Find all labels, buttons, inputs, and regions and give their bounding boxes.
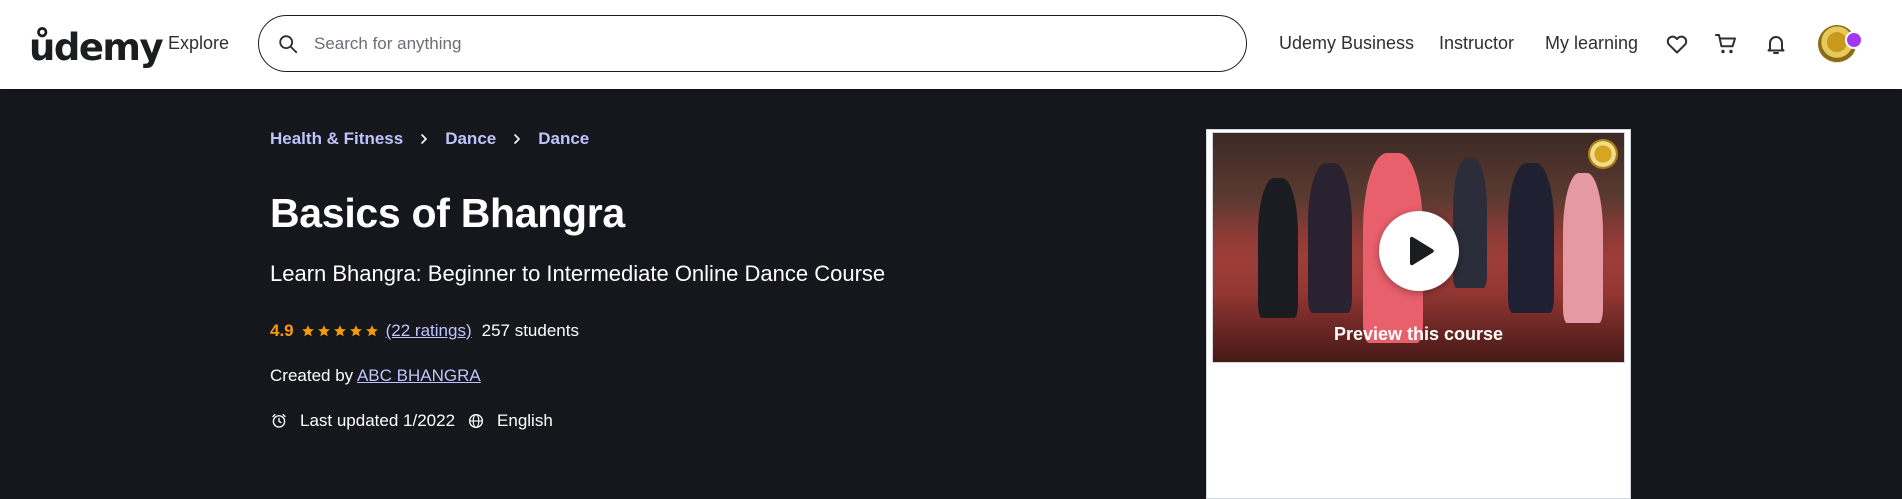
instructor-link[interactable]: Instructor [1439, 33, 1514, 54]
star-icon [333, 325, 346, 337]
my-learning-link[interactable]: My learning [1545, 33, 1638, 54]
search-bar[interactable] [258, 15, 1247, 72]
rating-row: 4.9 (22 ratings) 257 students [270, 321, 579, 341]
star-rating [301, 324, 379, 338]
globe-icon [468, 413, 484, 429]
preview-course-label: Preview this course [1333, 324, 1504, 344]
course-preview-video[interactable]: Preview this course [1212, 132, 1625, 363]
star-icon [317, 325, 330, 337]
last-updated: Last updated 1/2022 [300, 411, 456, 430]
play-button[interactable] [1379, 211, 1459, 291]
dancer-figure [1258, 178, 1298, 318]
dancer-figure [1453, 158, 1487, 288]
ratings-count-link[interactable]: (22 ratings) [386, 321, 472, 341]
wishlist-heart-icon[interactable] [1665, 32, 1689, 56]
breadcrumb: Health & Fitness Dance Dance [270, 129, 589, 149]
star-icon [365, 325, 378, 337]
instructor-link[interactable]: ABC BHANGRA [357, 366, 481, 385]
students-count: 257 students [481, 321, 579, 340]
dancer-figure [1508, 163, 1554, 313]
notification-dot [1845, 31, 1863, 49]
course-meta: Last updated 1/2022 English [270, 411, 553, 431]
cart-icon[interactable] [1714, 32, 1738, 56]
rating-value: 4.9 [270, 321, 294, 340]
udemy-business-link[interactable]: Udemy Business [1279, 33, 1414, 54]
chevron-right-icon [514, 134, 521, 144]
chevron-right-icon [421, 134, 428, 144]
course-sidebar-card: Preview this course [1206, 129, 1631, 499]
course-subtitle: Learn Bhangra: Beginner to Intermediate … [270, 261, 886, 286]
search-input[interactable] [312, 22, 1216, 65]
explore-link[interactable]: Explore [168, 33, 229, 54]
play-icon [1410, 236, 1434, 266]
top-header: ůdemy Explore Udemy Business Instructor … [0, 0, 1902, 89]
star-icon [349, 325, 362, 337]
logo-text: ůdemy [29, 26, 164, 69]
alarm-clock-icon [272, 413, 286, 428]
star-icon [301, 325, 314, 337]
search-icon[interactable] [277, 33, 299, 55]
course-language: English [497, 411, 553, 430]
created-by-label: Created by [270, 366, 354, 385]
breadcrumb-dance-category[interactable]: Dance [445, 129, 496, 149]
notifications-bell-icon[interactable] [1764, 32, 1788, 56]
created-by: Created by ABC BHANGRA [270, 366, 481, 386]
dancer-figure [1308, 163, 1352, 313]
course-title: Basics of Bhangra [270, 190, 625, 236]
breadcrumb-health-fitness[interactable]: Health & Fitness [270, 129, 403, 149]
dancer-figure [1563, 173, 1603, 323]
udemy-logo[interactable]: ůdemy [29, 20, 164, 69]
channel-logo-badge [1588, 139, 1618, 169]
breadcrumb-dance-topic[interactable]: Dance [538, 129, 589, 149]
